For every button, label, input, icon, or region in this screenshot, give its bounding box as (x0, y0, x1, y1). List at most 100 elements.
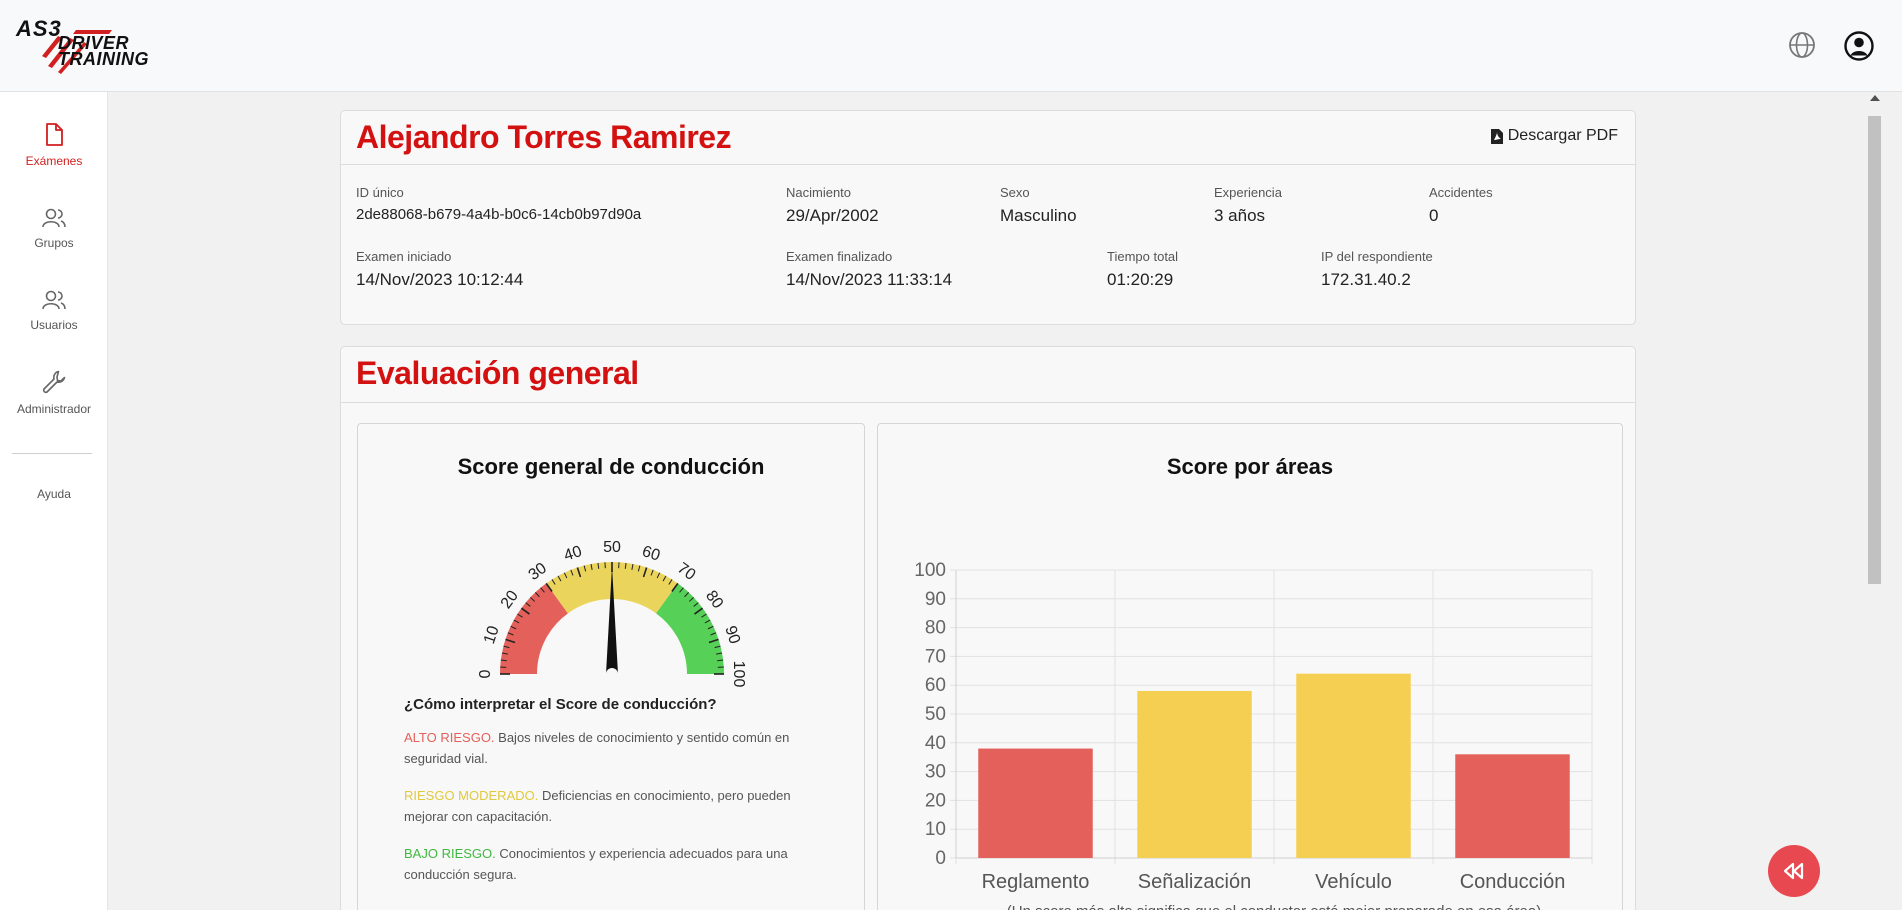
interpretation-heading: ¿Cómo interpretar el Score de conducción… (404, 696, 717, 713)
sidebar-item-label: Ayuda (37, 487, 71, 501)
driving-score-gauge: 010203040 50 60708090100 (477, 539, 747, 688)
field-label: Examen iniciado (356, 249, 452, 264)
high-risk-note: ALTO RIESGO. Bajos niveles de conocimien… (404, 727, 824, 769)
x-tick-label: Conducción (1460, 871, 1566, 893)
field-accidents: Accidentes 0 (1429, 185, 1493, 226)
brand-logo[interactable]: AS3 DRIVER TRAINING (14, 16, 154, 76)
y-tick-label: 80 (925, 618, 946, 639)
y-tick-label: 50 (925, 704, 946, 725)
moderate-risk-note: RIESGO MODERADO. Deficiencias en conocim… (404, 785, 824, 827)
gauge-tick-label: 0 (477, 669, 494, 678)
top-bar: AS3 DRIVER TRAINING (0, 0, 1902, 92)
field-value: Masculino (1000, 206, 1077, 225)
user-circle-icon[interactable] (1843, 30, 1875, 62)
globe-icon[interactable] (1787, 30, 1819, 62)
y-tick-label: 0 (935, 848, 946, 869)
y-tick-label: 60 (925, 675, 946, 696)
gauge-title: Score general de conducción (457, 454, 765, 479)
gauge-tick-label: 30 (526, 560, 550, 584)
moderate-risk-label: RIESGO MODERADO. (404, 788, 539, 803)
gauge-tick-label: 70 (674, 560, 698, 584)
profile-card: Alejandro Torres Ramirez Descargar PDF I… (340, 110, 1636, 325)
field-birth: Nacimiento 29/Apr/2002 (786, 185, 879, 226)
area-score-panel: Score por áreas 0 10 20 30 40 50 60 70 80 90 100 Re… (877, 423, 1623, 910)
y-tick-label: 70 (925, 646, 946, 667)
driving-score-panel: Score general de conducción 0 10 20 30 40 50 6… (357, 423, 865, 910)
file-icon (46, 123, 63, 146)
area-score-chart: 0 10 20 30 40 50 60 70 80 90 100 Reglamento Señaliza… (914, 560, 1593, 910)
brand-line-3: TRAINING (58, 49, 149, 69)
field-label: IP del respondiente (1321, 249, 1433, 264)
chart-note: (Un score más alto significa que el cond… (1007, 903, 1541, 910)
gauge-tick-label: 40 (562, 543, 584, 565)
low-risk-label: BAJO RIESGO. (404, 846, 496, 861)
areas-title: Score por áreas (1166, 454, 1334, 479)
y-tick-label: 10 (925, 819, 946, 840)
x-tick-label: Señalización (1138, 871, 1251, 893)
score-interpretation: ¿Cómo interpretar el Score de conducción… (404, 696, 824, 901)
sidebar-item-label: Grupos (34, 236, 74, 250)
sidebar-item-ayuda[interactable]: Ayuda (0, 487, 108, 501)
wrench-icon (42, 370, 66, 394)
x-tick-label: Reglamento (982, 871, 1090, 893)
field-label: Experiencia (1214, 185, 1282, 200)
field-total-time: Tiempo total 01:20:29 (1107, 249, 1178, 290)
gauge-tick-label: 90 (721, 624, 743, 646)
field-value: 3 años (1214, 206, 1266, 225)
card-divider (341, 164, 1635, 165)
gauge-tick-label: 80 (702, 588, 726, 612)
gauge-tick-label: 100 (730, 661, 747, 688)
users-icon (42, 208, 66, 228)
download-pdf-button[interactable]: Descargar PDF (1490, 127, 1618, 145)
field-label: ID único (356, 185, 404, 200)
y-tick-label: 90 (925, 589, 946, 610)
sidebar-item-label: Exámenes (25, 154, 83, 168)
x-tick-label: Vehículo (1315, 871, 1392, 893)
field-value: 14/Nov/2023 10:12:44 (356, 270, 524, 289)
sidebar: Exámenes Grupos Usuarios Administrador A… (0, 92, 108, 910)
y-tick-label: 40 (925, 733, 946, 754)
field-value: 01:20:29 (1107, 270, 1174, 289)
gauge-tick-label: 60 (640, 543, 662, 565)
scrollbar-thumb[interactable] (1868, 116, 1881, 584)
y-tick-label: 20 (925, 790, 946, 811)
bar-reglamento (978, 748, 1093, 858)
field-exam-finished: Examen finalizado 14/Nov/2023 11:33:14 (786, 249, 952, 290)
page-scrollbar[interactable] (1866, 92, 1883, 910)
field-label: Accidentes (1429, 185, 1493, 200)
field-ip: IP del respondiente 172.31.40.2 (1321, 249, 1433, 290)
scroll-up-arrow-icon[interactable] (1870, 95, 1880, 101)
field-value: 0 (1429, 206, 1439, 225)
sidebar-item-label: Usuarios (30, 318, 78, 332)
rewind-icon (1783, 862, 1804, 880)
bar-conducción (1455, 754, 1570, 858)
y-tick-label: 30 (925, 762, 946, 783)
sidebar-item-administrador[interactable]: Administrador (0, 368, 108, 416)
sidebar-divider (12, 453, 92, 454)
high-risk-label: ALTO RIESGO. (404, 730, 495, 745)
users-icon (42, 290, 66, 310)
low-risk-note: BAJO RIESGO. Conocimientos y experiencia… (404, 843, 824, 885)
field-label: Nacimiento (786, 185, 852, 200)
rewind-button[interactable] (1768, 845, 1820, 897)
field-label: Sexo (1000, 185, 1030, 200)
field-value: 2de88068-b679-4a4b-b0c6-14cb0b97d90a (356, 206, 642, 223)
sidebar-item-examenes[interactable]: Exámenes (0, 122, 108, 168)
field-sex: Sexo Masculino (1000, 185, 1077, 226)
evaluation-title: Evaluación general (356, 355, 639, 391)
gauge-tick-label: 20 (498, 587, 522, 611)
download-pdf-label: Descargar PDF (1507, 127, 1618, 144)
gauge-tick-label: 10 (481, 624, 503, 646)
field-value: 14/Nov/2023 11:33:14 (786, 270, 953, 289)
pdf-file-icon (1490, 128, 1503, 144)
field-value: 29/Apr/2002 (786, 206, 879, 225)
bar-vehículo (1296, 673, 1411, 858)
sidebar-item-label: Administrador (16, 402, 92, 416)
sidebar-item-usuarios[interactable]: Usuarios (0, 288, 108, 332)
field-label: Examen finalizado (786, 249, 893, 264)
field-label: Tiempo total (1107, 249, 1179, 264)
y-tick-label: 100 (914, 560, 946, 581)
gauge-tick-label: 50 (603, 539, 621, 556)
sidebar-item-grupos[interactable]: Grupos (0, 206, 108, 250)
field-id: ID único 2de88068-b679-4a4b-b0c6-14cb0b9… (356, 185, 641, 223)
